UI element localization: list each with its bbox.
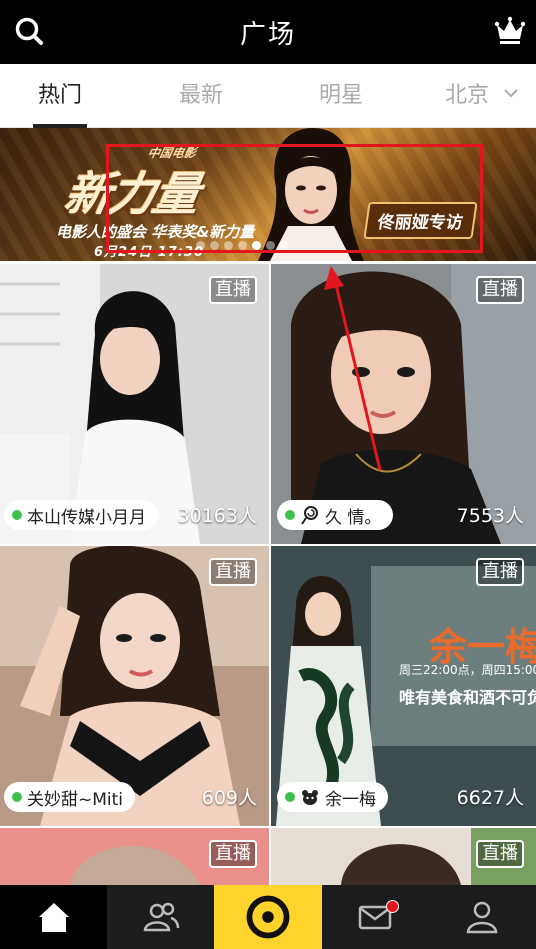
nav-go-live[interactable] xyxy=(214,885,322,949)
bear-icon xyxy=(302,790,318,805)
live-card[interactable]: 直播 xyxy=(0,828,269,885)
tab-city[interactable]: 北京 xyxy=(445,64,525,128)
poster-schedule: 周三22:00点，周四15:00点 xyxy=(399,663,536,677)
nav-home[interactable] xyxy=(0,885,108,949)
tab-stars[interactable]: 明星 xyxy=(316,64,366,128)
live-badge: 直播 xyxy=(476,840,524,868)
viewer-count: 30163人 xyxy=(177,505,257,527)
annotation-highlight-box xyxy=(106,144,483,253)
bottom-navigation xyxy=(0,885,536,949)
live-badge: 直播 xyxy=(476,276,524,304)
poster-slogan: 唯有美食和酒不可负 xyxy=(399,688,536,707)
live-badge: 直播 xyxy=(209,558,257,586)
streamer-name-pill: 久 情。 xyxy=(277,500,394,530)
nav-profile[interactable] xyxy=(429,885,536,949)
search-icon[interactable] xyxy=(14,16,44,46)
streamer-name-pill: 余一梅 xyxy=(277,782,388,812)
viewer-count: 7553人 xyxy=(456,505,524,527)
top-bar: 广场 xyxy=(0,0,536,64)
live-badge: 直播 xyxy=(209,840,257,868)
tab-latest[interactable]: 最新 xyxy=(176,64,226,128)
profile-icon xyxy=(467,901,498,934)
tab-city-label: 北京 xyxy=(445,83,490,108)
nav-messages[interactable] xyxy=(322,885,429,949)
message-badge xyxy=(385,900,399,913)
streamer-name: 余一梅 xyxy=(325,789,376,810)
live-badge: 直播 xyxy=(209,276,257,304)
streamer-name: 本山传媒小月月 xyxy=(27,507,146,528)
live-card[interactable]: 直播 xyxy=(271,828,536,885)
category-tabs: 热门 最新 明星 北京 xyxy=(0,64,536,128)
live-card[interactable]: 直播 关妙甜~Miti 609人 xyxy=(0,546,269,826)
streamer-name: 关妙甜~Miti xyxy=(27,789,124,810)
live-card[interactable]: 直播 久 情。 7553人 xyxy=(271,264,536,544)
live-card[interactable]: 余一梅 周三22:00点，周四15:00点 唯有美食和酒不可负 直播 余一梅 6… xyxy=(271,546,536,826)
online-dot xyxy=(285,792,295,802)
viewer-count: 6627人 xyxy=(456,787,524,809)
nav-friends[interactable] xyxy=(107,885,214,949)
crown-icon[interactable] xyxy=(494,15,526,47)
streamer-name: 久 情。 xyxy=(325,507,382,528)
online-dot xyxy=(285,510,295,520)
page-title: 广场 xyxy=(239,19,296,50)
live-camera-icon xyxy=(246,895,290,939)
promo-banner[interactable]: 中国电影 新力量 电影人的盛会 华表奖&新力量 6月24日 17:30 佟丽娅专… xyxy=(0,128,536,261)
viewer-count: 609人 xyxy=(201,787,257,809)
lollipop-icon xyxy=(301,506,318,525)
live-card[interactable]: 直播 本山传媒小月月 30163人 xyxy=(0,264,269,544)
streamer-name-pill: 本山传媒小月月 xyxy=(4,500,158,530)
tab-hot[interactable]: 热门 xyxy=(33,64,87,128)
streamer-name-pill: 关妙甜~Miti xyxy=(4,782,136,812)
online-dot xyxy=(12,510,22,520)
live-badge: 直播 xyxy=(476,558,524,586)
chevron-down-icon xyxy=(504,89,518,98)
users-icon xyxy=(143,902,180,932)
home-icon xyxy=(38,903,69,932)
online-dot xyxy=(12,792,22,802)
